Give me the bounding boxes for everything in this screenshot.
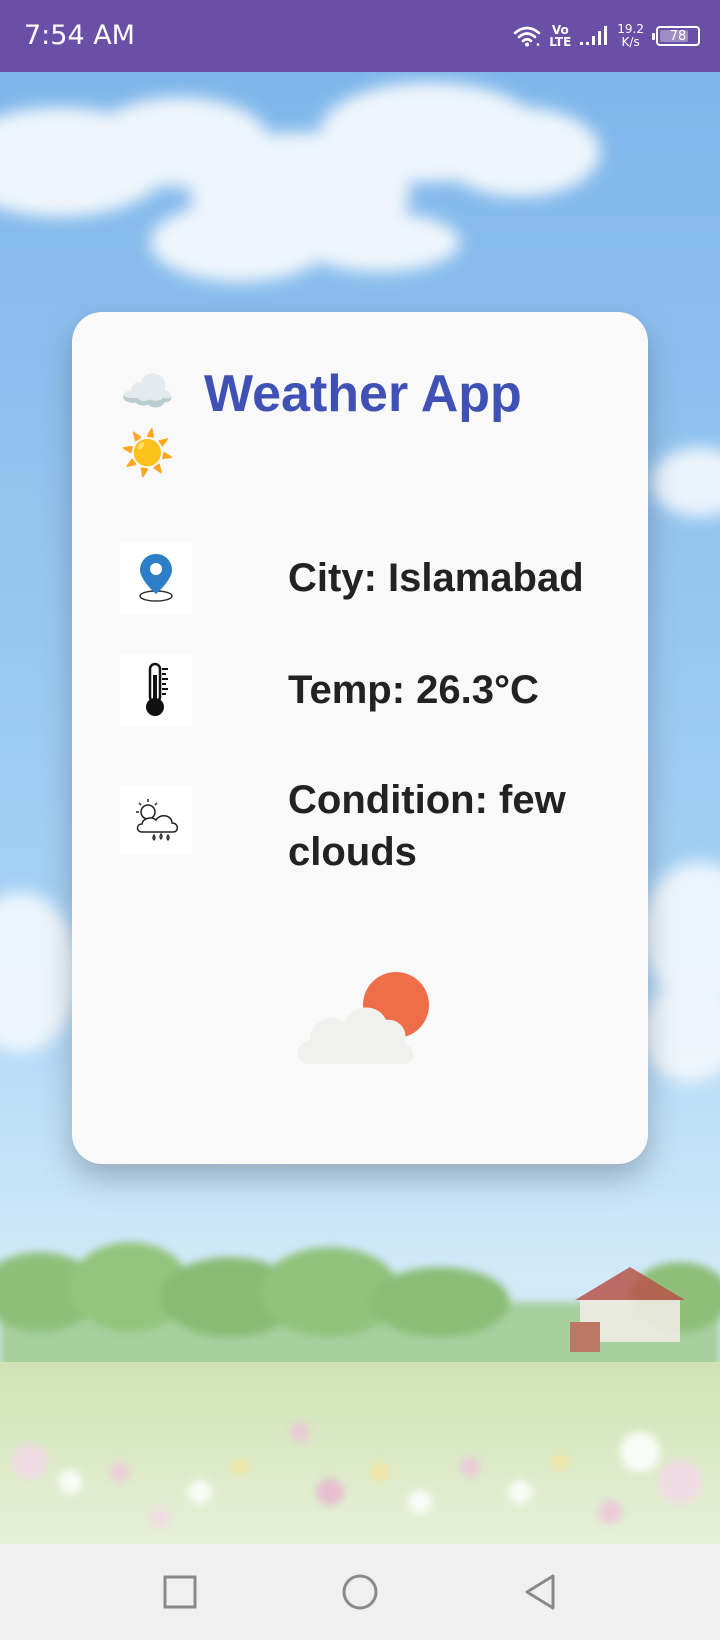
wifi-icon xyxy=(513,25,541,47)
navigation-bar xyxy=(0,1544,720,1640)
recent-apps-button[interactable] xyxy=(160,1572,200,1612)
back-button[interactable] xyxy=(520,1572,560,1612)
temp-label: Temp: 26.3°C xyxy=(288,668,539,712)
status-bar: 7:54 AM Vo LTE 19.2 K/s 78 xyxy=(0,0,720,72)
thermometer-icon xyxy=(120,654,192,726)
partly-cloudy-illustration xyxy=(294,972,434,1072)
network-speed: 19.2 K/s xyxy=(617,22,644,49)
status-icons: Vo LTE 19.2 K/s 78 xyxy=(513,18,700,54)
rain-cloud-icon xyxy=(120,786,192,854)
location-pin-icon xyxy=(120,542,192,614)
status-time: 7:54 AM xyxy=(24,20,135,51)
sun-emoji-icon: ☀️ xyxy=(120,428,175,479)
volte-indicator: Vo LTE xyxy=(549,23,572,49)
condition-label: Condition: few clouds xyxy=(288,774,566,878)
cloud-emoji-icon: ☁️ xyxy=(120,366,175,417)
weather-card: ☁️ Weather App ☀️ City: Islamabad Temp: … xyxy=(72,312,648,1164)
battery-level: 78 xyxy=(669,28,687,44)
condition-line-2: clouds xyxy=(288,830,417,874)
battery-icon: 78 xyxy=(652,26,700,46)
signal-icon xyxy=(579,25,609,47)
app-title: Weather App xyxy=(204,365,522,423)
home-button[interactable] xyxy=(340,1572,380,1612)
city-label: City: Islamabad xyxy=(288,556,584,600)
condition-line-1: Condition: few xyxy=(288,778,566,822)
